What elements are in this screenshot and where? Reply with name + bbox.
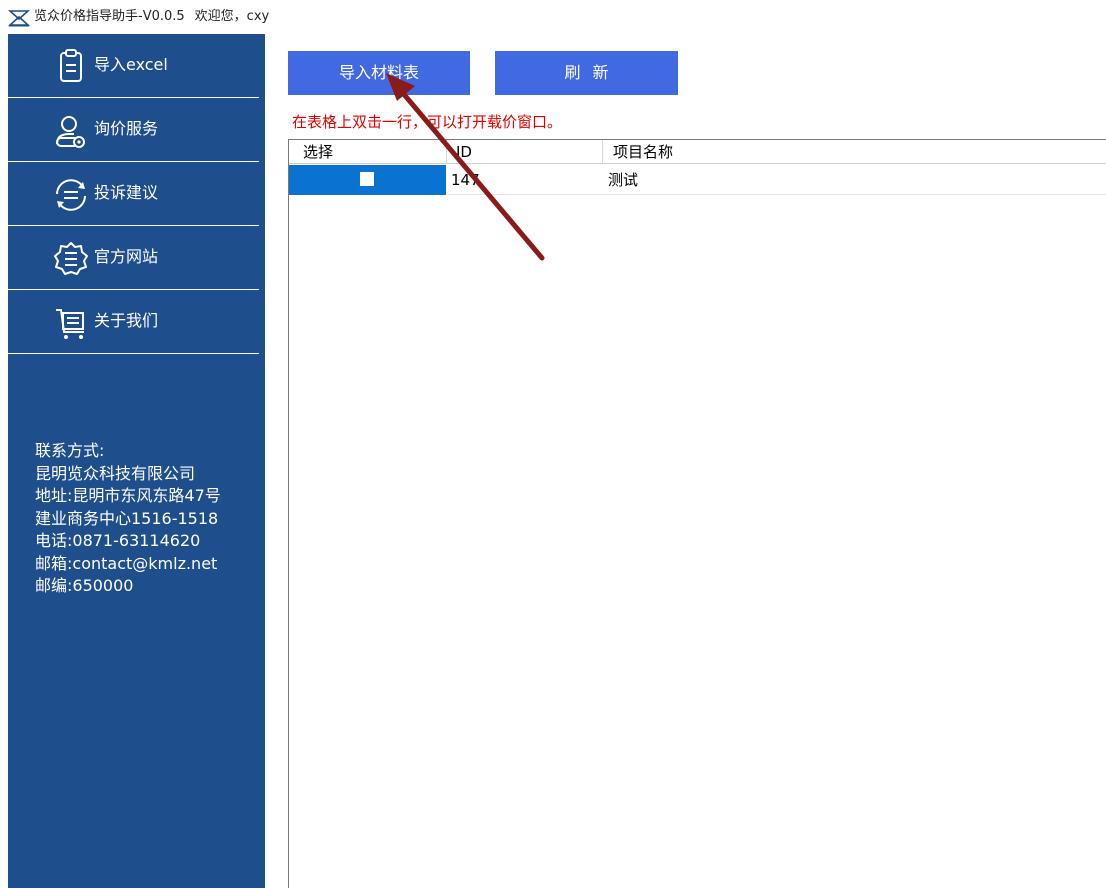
contact-company: 昆明览众科技有限公司: [35, 463, 196, 483]
row-checkbox[interactable]: [360, 172, 374, 186]
welcome-text: 欢迎您，cxy: [194, 9, 270, 24]
app-title: 览众价格指导助手-V0.0.5: [34, 9, 185, 24]
contact-info: 联系方式: 昆明览众科技有限公司 地址:昆明市东风东路47号 建业商务中心151…: [35, 440, 221, 598]
sidebar-item-about[interactable]: 关于我们: [8, 290, 265, 354]
sidebar-item-label: 询价服务: [94, 119, 159, 138]
import-material-button[interactable]: 导入材料表: [288, 51, 470, 95]
sidebar-item-label: 投诉建议: [94, 183, 159, 202]
contact-email: 邮箱:contact@kmlz.net: [35, 553, 218, 573]
contact-postcode: 邮编:650000: [35, 576, 134, 595]
column-divider[interactable]: [446, 140, 447, 164]
app-logo-icon: [8, 10, 30, 27]
clipboard-list-icon: [60, 49, 82, 82]
table-row[interactable]: 147 测试: [289, 165, 1106, 195]
sidebar-item-inquiry[interactable]: 询价服务: [8, 98, 265, 162]
select-cell[interactable]: [289, 165, 446, 195]
cell-id: 147: [451, 171, 480, 189]
hint-text: 在表格上双击一行，可以打开载价窗口。: [292, 113, 563, 131]
cart-list-icon: [56, 309, 84, 339]
table-header: 选择 ID 项目名称: [289, 140, 1106, 164]
sidebar-item-label: 导入excel: [94, 55, 168, 74]
gear-menu-icon: [54, 242, 88, 275]
sidebar-item-label: 关于我们: [94, 311, 159, 330]
contact-address: 地址:昆明市东风东路47号: [35, 486, 221, 505]
column-divider[interactable]: [602, 140, 603, 164]
chat-refresh-icon: [56, 179, 86, 211]
sidebar-item-label: 官方网站: [94, 247, 159, 266]
column-header-project-name[interactable]: 项目名称: [613, 143, 673, 161]
sidebar: 导入excel 询价服务 投诉建议 官方网站 关于我们 联系方式: 昆明览众科技…: [8, 34, 265, 888]
column-header-select[interactable]: 选择: [303, 143, 333, 161]
contact-heading: 联系方式:: [35, 441, 105, 460]
column-header-id[interactable]: ID: [456, 143, 472, 161]
sidebar-item-website[interactable]: 官方网站: [8, 226, 265, 290]
project-table[interactable]: 选择 ID 项目名称 147 测试: [288, 139, 1106, 888]
title-bar: 览众价格指导助手-V0.0.5 欢迎您，cxy: [0, 0, 1106, 34]
sidebar-item-complaint[interactable]: 投诉建议: [8, 162, 265, 226]
cell-project-name: 测试: [608, 171, 639, 189]
user-search-icon: [56, 116, 85, 148]
contact-address-2: 建业商务中心1516-1518: [35, 508, 219, 528]
window-title: 览众价格指导助手-V0.0.5 欢迎您，cxy: [34, 9, 269, 25]
contact-phone: 电话:0871-63114620: [35, 531, 201, 550]
refresh-button[interactable]: 刷新: [495, 51, 678, 95]
sidebar-item-import-excel[interactable]: 导入excel: [8, 34, 265, 98]
